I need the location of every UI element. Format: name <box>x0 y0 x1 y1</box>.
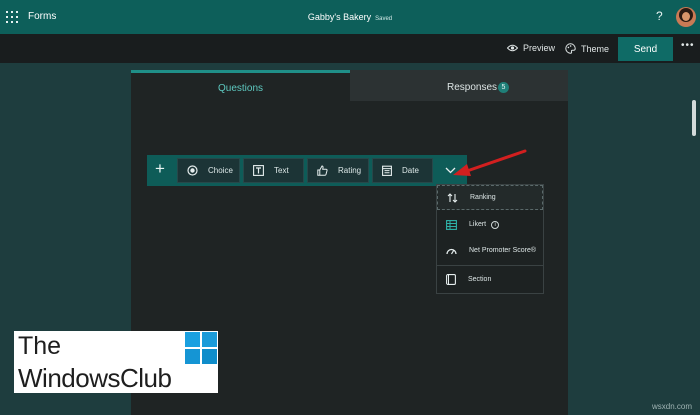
save-status: Saved <box>375 16 393 22</box>
choice-label: Choice <box>208 166 233 175</box>
annotation-arrow <box>453 149 527 176</box>
text-button[interactable]: Text <box>243 158 304 183</box>
eye-icon <box>507 44 518 52</box>
gauge-icon <box>446 248 457 254</box>
dropdown-item-ranking[interactable]: Ranking <box>437 185 543 210</box>
credit-text: wsxdn.com <box>652 402 693 411</box>
logo-text-top: The <box>18 332 62 360</box>
more-options-icon[interactable]: ••• <box>681 40 695 51</box>
section-label: Section <box>468 276 492 283</box>
date-button[interactable]: Date <box>372 158 433 183</box>
palette-icon <box>565 43 576 54</box>
responses-count-badge: 5 <box>498 82 509 93</box>
dropdown-item-likert[interactable]: Likert i <box>437 212 543 237</box>
likert-label: Likert <box>469 221 487 228</box>
nps-label: Net Promoter Score® <box>469 247 537 254</box>
text-label: Text <box>274 166 289 175</box>
dropdown-item-net-promoter-score[interactable]: Net Promoter Score® <box>437 238 543 263</box>
document-title: Gabby's Bakery Saved <box>0 12 700 22</box>
sort-arrows-icon <box>447 192 458 203</box>
thumbs-up-icon <box>317 165 328 176</box>
grid-icon <box>446 219 457 230</box>
preview-label: Preview <box>523 43 556 53</box>
theme-label: Theme <box>581 43 610 54</box>
scrollbar[interactable] <box>692 100 696 136</box>
top-bar: Forms Gabby's Bakery Saved ? <box>0 0 700 34</box>
calendar-icon <box>382 165 392 176</box>
dropdown-item-section[interactable]: Section <box>437 267 543 292</box>
form-title: Gabby's Bakery <box>307 12 372 22</box>
windows-logo-icon <box>185 332 217 364</box>
logo-text-bottom: WindowsClub <box>18 363 172 393</box>
text-icon <box>253 165 264 176</box>
watermark-logo: The WindowsClub <box>14 331 218 393</box>
preview-button[interactable]: Preview <box>507 43 555 53</box>
tab-bar: Questions Responses 5 <box>131 70 568 101</box>
info-icon[interactable]: i <box>491 220 500 229</box>
avatar[interactable] <box>676 7 696 27</box>
choice-button[interactable]: Choice <box>177 158 240 183</box>
tab-responses[interactable]: Responses 5 <box>350 70 568 101</box>
question-type-dropdown: Ranking Likert i Net Promoter Score® Sec… <box>436 184 544 294</box>
rating-label: Rating <box>338 166 362 175</box>
tab-questions-label: Questions <box>217 83 264 94</box>
section-icon <box>446 274 456 285</box>
help-icon[interactable]: ? <box>656 9 663 23</box>
tab-questions[interactable]: Questions <box>131 70 350 101</box>
dropdown-divider <box>437 265 543 266</box>
theme-button[interactable]: Theme <box>565 43 609 54</box>
date-label: Date <box>402 166 419 175</box>
radio-icon <box>187 165 198 176</box>
tab-responses-label: Responses <box>447 82 498 93</box>
send-button[interactable]: Send <box>618 37 673 61</box>
add-question-icon[interactable]: + <box>150 160 170 180</box>
rating-button[interactable]: Rating <box>307 158 369 183</box>
ranking-label: Ranking <box>470 194 496 201</box>
